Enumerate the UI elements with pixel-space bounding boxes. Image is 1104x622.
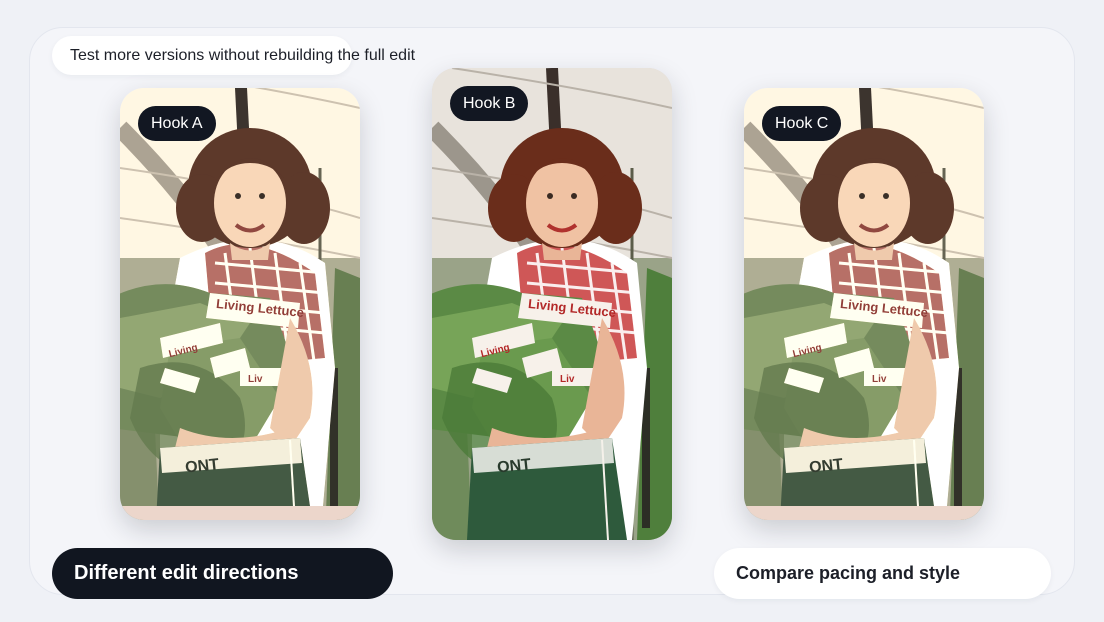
hook-badge-c: Hook C bbox=[762, 106, 842, 141]
edit-directions-label: Different edit directions bbox=[52, 548, 393, 599]
hook-badge-b: Hook B bbox=[450, 86, 529, 121]
caption-pill: Test more versions without rebuilding th… bbox=[52, 36, 415, 75]
video-thumbnail bbox=[120, 88, 360, 520]
phone-preview-hook-a[interactable]: Hook A bbox=[120, 88, 360, 520]
phone-preview-hook-b[interactable]: Hook B bbox=[432, 68, 672, 540]
video-thumbnail bbox=[432, 68, 672, 540]
video-thumbnail bbox=[744, 88, 984, 520]
hook-badge-a: Hook A bbox=[138, 106, 216, 141]
compare-pacing-label: Compare pacing and style bbox=[714, 548, 1051, 599]
phone-preview-hook-c[interactable]: Hook C bbox=[744, 88, 984, 520]
